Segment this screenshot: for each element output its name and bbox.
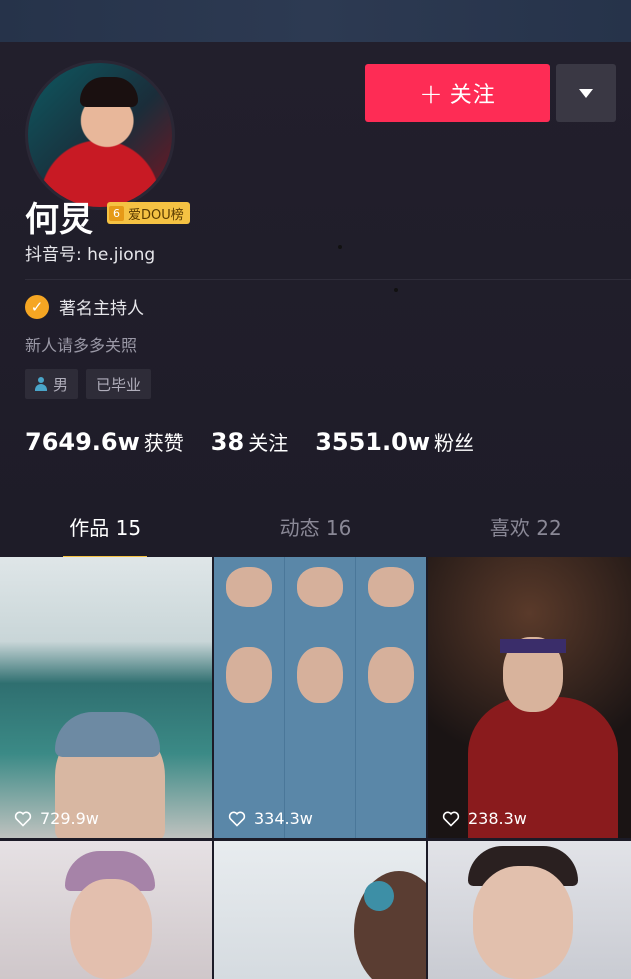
stat-following[interactable]: 38 关注 [211, 427, 288, 456]
verification-row: ✓ 著名主持人 [25, 294, 144, 319]
video-like-count: 729.9w [14, 809, 99, 828]
stat-likes: 7649.6w 获赞 [25, 428, 184, 456]
status-bar [0, 0, 631, 42]
more-dropdown-button[interactable] [556, 64, 616, 122]
tab-moments[interactable]: 动态 16 [210, 512, 420, 557]
rank-badge[interactable]: 6 爱DOU榜 [107, 202, 190, 224]
bio: 新人请多多关照 [25, 336, 138, 355]
plus-icon: + [419, 76, 444, 110]
male-icon [35, 377, 47, 391]
video-like-count: 334.3w [228, 809, 313, 828]
triangle-down-icon [579, 88, 593, 98]
verification-label: 著名主持人 [59, 299, 144, 319]
video-thumbnail[interactable] [214, 841, 426, 979]
content-tabs: 作品 15 动态 16 喜欢 22 [0, 512, 631, 559]
divider [25, 279, 631, 280]
badge-level: 6 [109, 205, 124, 221]
heart-icon [228, 811, 246, 827]
follow-label: 关注 [449, 83, 496, 108]
heart-icon [442, 811, 460, 827]
profile-header: + 关注 何炅 6 爱DOU榜 抖音号: he.jiong ✓ 著名主持人 新人… [0, 42, 631, 559]
verified-check-icon: ✓ [25, 294, 49, 319]
video-thumbnail[interactable]: 238.3w [428, 557, 631, 838]
stats-row: 7649.6w 获赞 38 关注 3551.0w 粉丝 [25, 427, 501, 456]
video-grid: 729.9w 334.3w 238.3w [0, 557, 631, 979]
avatar[interactable] [25, 60, 175, 210]
tab-works[interactable]: 作品 15 [0, 512, 210, 559]
profile-tags: 男 已毕业 [25, 369, 152, 399]
douyin-id: 抖音号: he.jiong [25, 245, 156, 265]
stat-followers[interactable]: 3551.0w 粉丝 [315, 427, 474, 456]
school-tag: 已毕业 [86, 369, 152, 399]
tab-likes[interactable]: 喜欢 22 [421, 512, 631, 557]
video-thumbnail[interactable]: 334.3w [214, 557, 426, 838]
badge-text: 爱DOU榜 [128, 207, 184, 223]
heart-icon [14, 811, 32, 827]
gender-tag: 男 [25, 369, 79, 399]
video-thumbnail[interactable] [428, 841, 631, 979]
profile-name: 何炅 [25, 200, 93, 240]
video-thumbnail[interactable]: 729.9w [0, 557, 212, 838]
video-like-count: 238.3w [442, 809, 527, 828]
follow-button[interactable]: + 关注 [365, 64, 550, 122]
video-thumbnail[interactable] [0, 841, 212, 979]
